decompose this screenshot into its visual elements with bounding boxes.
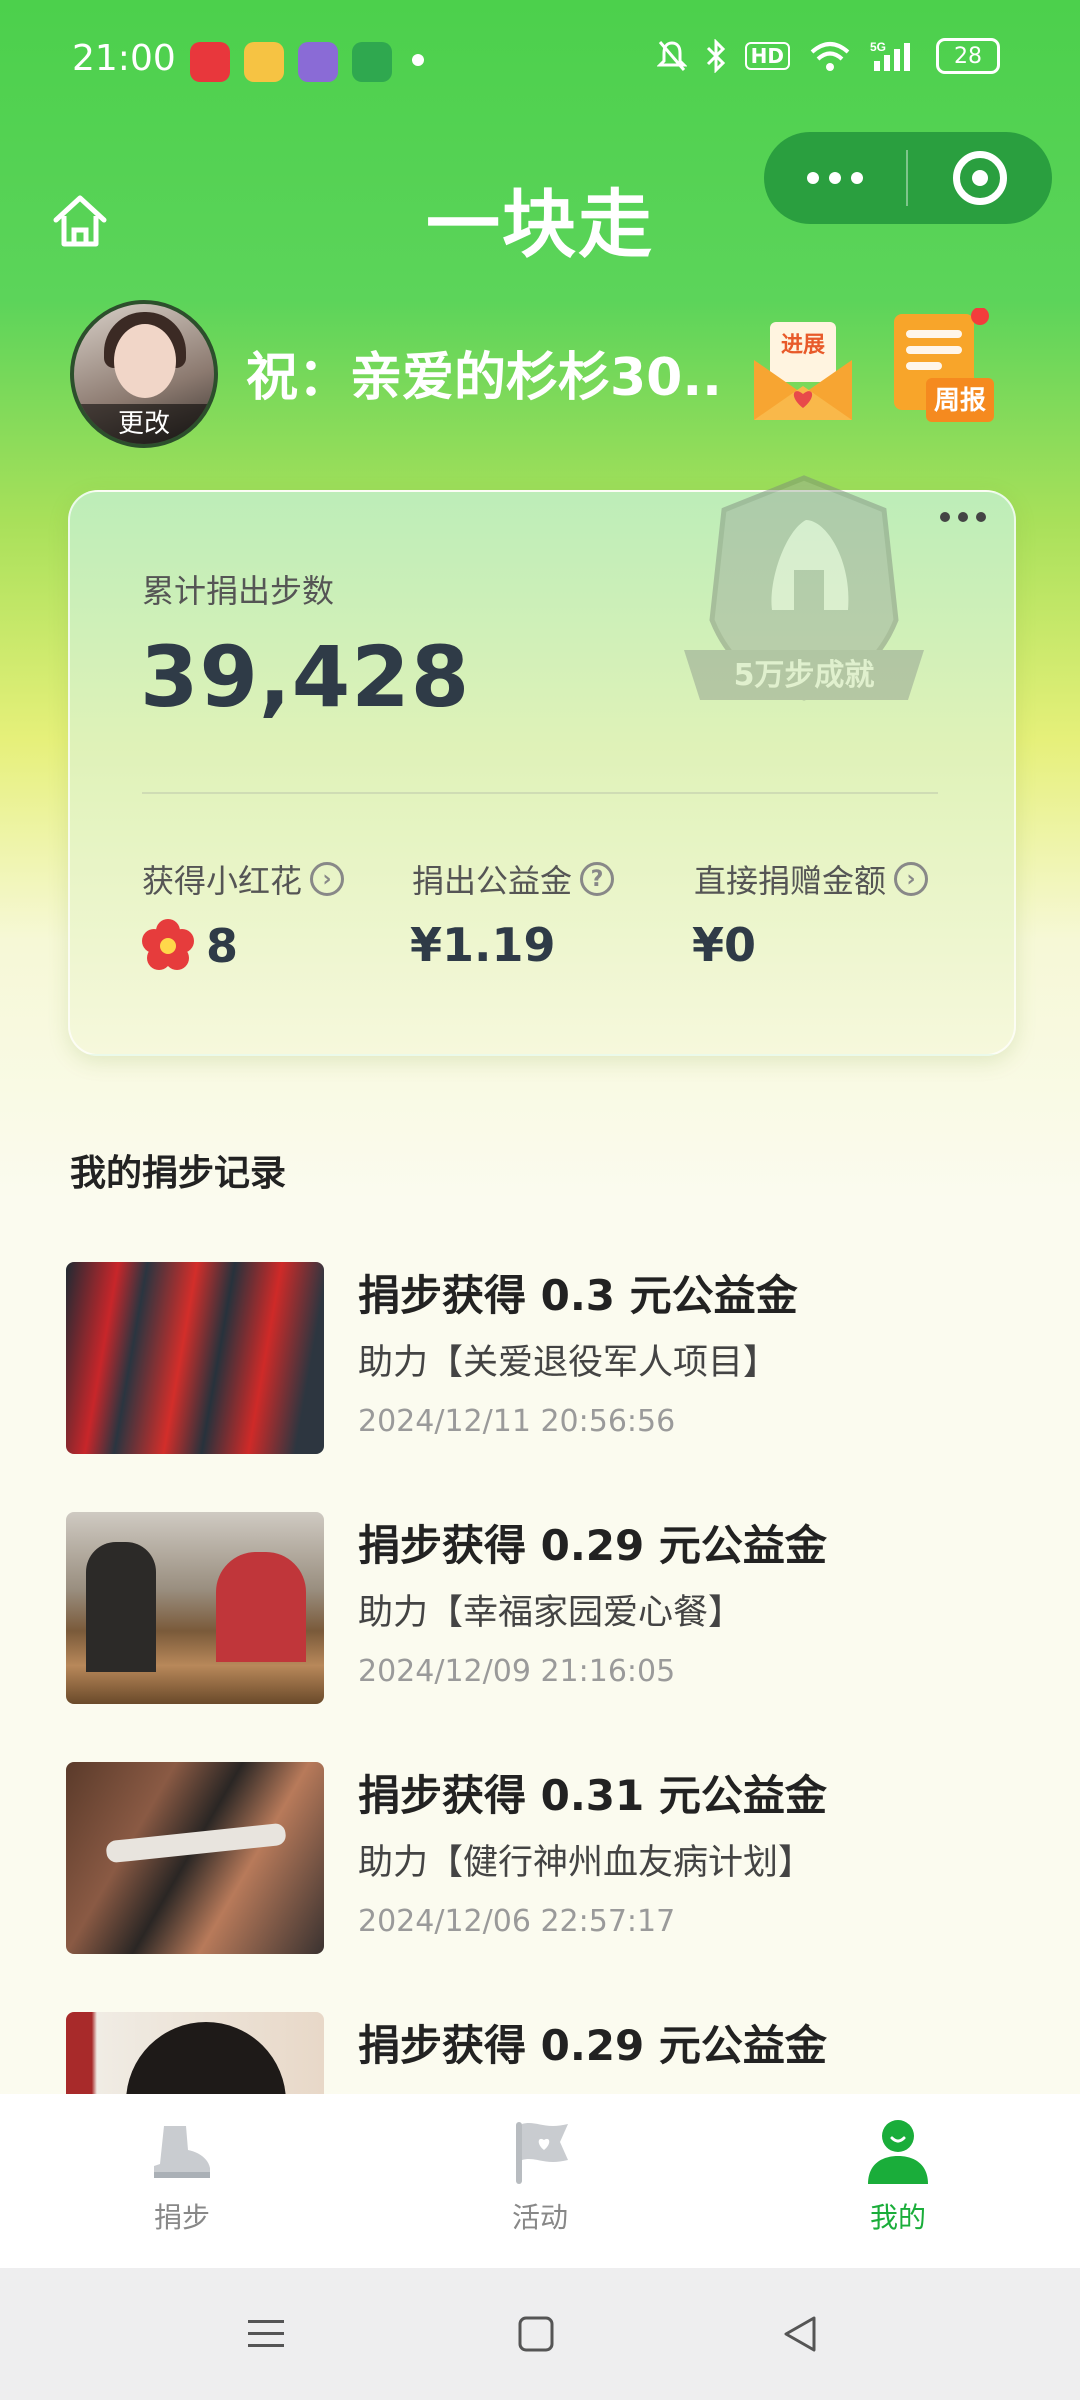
total-steps-value: 39,428 xyxy=(140,628,471,726)
record-title: 捐步获得 0.29 元公益金 xyxy=(358,2021,827,2070)
fund-value: ¥1.19 xyxy=(410,918,556,972)
avatar-face xyxy=(114,324,176,398)
card-divider xyxy=(142,792,938,794)
weibo-icon xyxy=(244,42,284,82)
wifi-icon xyxy=(810,42,850,71)
direct-value: ¥0 xyxy=(692,918,757,972)
weekly-label: 周报 xyxy=(934,385,986,416)
greeting-text: 祝：亲爱的杉杉30.. xyxy=(246,348,722,408)
app-icon-red xyxy=(190,42,230,82)
back-triangle-icon[interactable] xyxy=(780,2314,820,2354)
signal-5g-icon: 5G xyxy=(870,40,910,71)
record-title: 捐步获得 0.31 元公益金 xyxy=(358,1771,827,1820)
record-thumbnail-hemophilia xyxy=(66,1762,324,1954)
tab-mine[interactable]: 我的 xyxy=(808,2116,988,2236)
status-time: 21:00 xyxy=(72,38,176,79)
chevron-right-circle-icon[interactable]: › xyxy=(310,862,345,896)
system-nav-bar xyxy=(0,2268,1080,2400)
chevron-right-circle-icon[interactable]: › xyxy=(894,862,929,896)
help-icon[interactable]: ? xyxy=(580,862,615,896)
svg-text:5G: 5G xyxy=(870,40,886,54)
record-time: 2024/12/11 20:56:56 xyxy=(358,1404,676,1439)
status-system-icons: HD 5G 28 xyxy=(656,38,1000,74)
tab-steps[interactable]: 捐步 xyxy=(92,2116,272,2236)
tab-label: 我的 xyxy=(869,2201,926,2234)
progress-envelope-icon[interactable]: 进展 xyxy=(748,316,858,426)
mute-icon xyxy=(656,41,687,71)
menu-icon[interactable] xyxy=(246,2314,286,2354)
fund-stat-label[interactable]: 捐出公益金 ? xyxy=(412,856,615,902)
direct-label: 直接捐赠金额 xyxy=(694,862,887,900)
bottom-tab-bar: 捐步 活动 我的 xyxy=(0,2094,1080,2268)
avatar[interactable]: 更改 xyxy=(70,300,218,448)
record-time: 2024/12/09 21:16:05 xyxy=(358,1654,676,1689)
achievement-badge-icon[interactable]: 5万步成就 xyxy=(676,470,932,730)
status-app-icons xyxy=(190,42,392,82)
direct-stat-label[interactable]: 直接捐赠金额 › xyxy=(694,856,929,902)
tab-label: 活动 xyxy=(511,2201,568,2234)
flowers-label: 获得小红花 xyxy=(142,862,303,900)
record-title: 捐步获得 0.29 元公益金 xyxy=(358,1521,827,1570)
record-project: 助力【健行神州血友病计划】 xyxy=(358,1843,814,1883)
flag-heart-icon xyxy=(516,2122,568,2184)
more-dots-icon[interactable] xyxy=(764,172,906,184)
hd-icon: HD xyxy=(744,42,790,70)
records-section-title: 我的捐步记录 xyxy=(70,1153,287,1194)
flowers-stat-value: 8 xyxy=(140,918,238,974)
record-project: 助力【关爱退役军人项目】 xyxy=(358,1343,779,1383)
app-icon-purple xyxy=(298,42,338,82)
record-item[interactable]: 捐步获得 0.3 元公益金 助力【关爱退役军人项目】 2024/12/11 20… xyxy=(66,1262,1016,1462)
target-close-icon[interactable] xyxy=(908,151,1052,205)
record-project: 助力【幸福家园爱心餐】 xyxy=(358,1593,744,1633)
fund-label: 捐出公益金 xyxy=(412,862,573,900)
miniprogram-capsule xyxy=(764,132,1052,224)
tab-label: 捐步 xyxy=(153,2201,210,2234)
flowers-value: 8 xyxy=(206,919,239,973)
bluetooth-icon xyxy=(706,39,725,73)
record-title: 捐步获得 0.3 元公益金 xyxy=(358,1271,798,1320)
battery-icon: 28 xyxy=(936,38,1000,74)
total-steps-label: 累计捐出步数 xyxy=(142,572,335,610)
tab-activity[interactable]: 活动 xyxy=(450,2116,630,2236)
badge-label: 5万步成就 xyxy=(734,658,875,693)
shoe-icon xyxy=(154,2126,210,2178)
red-flower-icon xyxy=(142,919,194,970)
record-item[interactable]: 捐步获得 0.29 元公益金 助力【幸福家园爱心餐】 2024/12/09 21… xyxy=(66,1512,1016,1712)
record-thumbnail-meal xyxy=(66,1512,324,1704)
avatar-change-label[interactable]: 更改 xyxy=(74,404,214,444)
record-thumbnail-veterans xyxy=(66,1262,324,1454)
record-item[interactable]: 捐步获得 0.31 元公益金 助力【健行神州血友病计划】 2024/12/06 … xyxy=(66,1762,1016,1962)
battery-level: 28 xyxy=(954,43,982,69)
weekly-report-icon[interactable]: 周报 xyxy=(886,308,996,428)
card-more-icon[interactable] xyxy=(940,512,986,522)
notification-dot xyxy=(412,54,424,66)
user-icon xyxy=(868,2120,928,2184)
home-square-icon[interactable] xyxy=(516,2314,556,2354)
progress-label: 进展 xyxy=(781,333,825,358)
flowers-stat-label[interactable]: 获得小红花 › xyxy=(142,856,345,902)
message-icon xyxy=(352,42,392,82)
record-time: 2024/12/06 22:57:17 xyxy=(358,1904,676,1939)
